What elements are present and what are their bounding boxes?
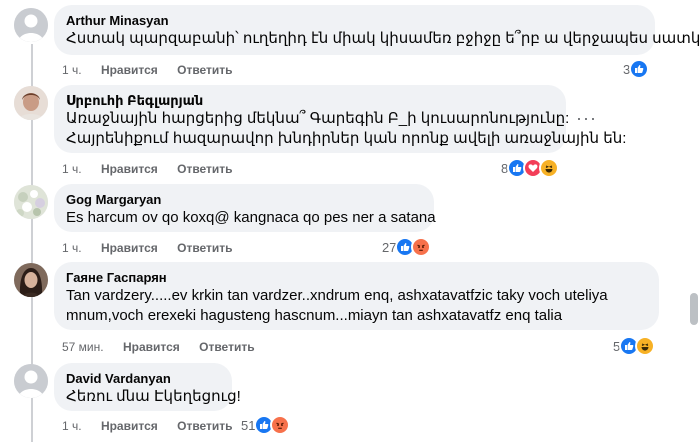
comment-author[interactable]: Гаяне Гаспарян	[66, 270, 647, 286]
avatar[interactable]	[14, 364, 48, 398]
comment-time[interactable]: 1 ч.	[62, 419, 82, 433]
comment-time[interactable]: 1 ч.	[62, 241, 82, 255]
comment-text: Tan vardzery.....ev krkin tan vardzer..x…	[66, 287, 608, 304]
comment-author[interactable]: David Vardanyan	[66, 371, 220, 387]
reply-button[interactable]: Ответить	[199, 340, 254, 354]
comment-actions: 1 ч. Нравится Ответить	[62, 63, 249, 77]
comment-text: Հայրենիքում հազարավոր խնդիրներ կան որոնք…	[66, 130, 627, 147]
reaction-summary[interactable]: 27	[382, 237, 432, 257]
comment-time[interactable]: 57 мин.	[62, 340, 104, 354]
comment-actions: 57 мин. Нравится Ответить	[62, 340, 271, 354]
comment-actions: 1 ч. Нравится Ответить	[62, 162, 249, 176]
like-button[interactable]: Нравится	[101, 63, 158, 77]
comment-author[interactable]: Arthur Minasyan	[66, 13, 643, 29]
reply-button[interactable]: Ответить	[177, 241, 232, 255]
reaction-summary[interactable]: 8	[501, 158, 560, 178]
comment-text: Հստակ պարզաբանի՝ ուղեղիդ էն միակ կիսամեռ…	[66, 30, 700, 47]
avatar[interactable]	[14, 185, 48, 219]
haha-icon	[539, 158, 560, 178]
comment-text: Առաջնային հարցերից մեկնա՞ Գարեգին Բ_ի կո…	[66, 110, 570, 127]
reply-button[interactable]: Ответить	[177, 63, 232, 77]
comment-bubble: Гаяне Гаспарян Tan vardzery.....ev krkin…	[54, 262, 659, 330]
like-button[interactable]: Нравится	[101, 419, 158, 433]
scrollbar[interactable]	[688, 0, 700, 442]
comment-bubble: Սրբուհի Բեգլարյան Առաջնային հարցերից մեկ…	[54, 85, 627, 153]
comment-time[interactable]: 1 ч.	[62, 63, 82, 77]
comment-time[interactable]: 1 ч.	[62, 162, 82, 176]
comment-bubble: Arthur Minasyan Հստակ պարզաբանի՝ ուղեղիդ…	[54, 5, 700, 55]
like-icon	[629, 59, 650, 79]
reply-button[interactable]: Ответить	[177, 419, 232, 433]
avatar[interactable]	[14, 86, 48, 120]
comment-bubble: Gog Margaryan Es harcum ov qo koxq@ kang…	[54, 184, 436, 232]
reaction-count: 51	[241, 417, 256, 433]
reaction-count: 27	[382, 239, 397, 255]
reaction-summary[interactable]: 5	[613, 336, 656, 356]
like-button[interactable]: Нравится	[101, 162, 158, 176]
avatar[interactable]	[14, 263, 48, 297]
comment-author[interactable]: Gog Margaryan	[66, 192, 422, 208]
reply-button[interactable]: Ответить	[177, 162, 232, 176]
angry-icon	[411, 237, 432, 257]
angry-icon	[270, 415, 291, 435]
comment-author[interactable]: Սրբուհի Բեգլարյան	[66, 93, 554, 109]
reaction-summary[interactable]: 3	[623, 59, 650, 79]
like-button[interactable]: Нравится	[123, 340, 180, 354]
comment-actions: 1 ч. Нравится Ответить	[62, 241, 249, 255]
haha-icon	[635, 336, 656, 356]
comment-actions: 1 ч. Нравится Ответить	[62, 419, 249, 433]
more-options-icon[interactable]: ···	[576, 108, 597, 129]
comment-text: Es harcum ov qo koxq@ kangnaca qo pes ne…	[66, 209, 436, 226]
reaction-summary[interactable]: 51	[241, 415, 291, 435]
like-button[interactable]: Нравится	[101, 241, 158, 255]
comment-text: Հեռու մնա Էկեղեցուց!	[66, 388, 241, 405]
scrollbar-thumb[interactable]	[690, 293, 698, 325]
avatar[interactable]	[14, 8, 48, 42]
comment-bubble: David Vardanyan Հեռու մնա Էկեղեցուց!	[54, 363, 241, 411]
comment-text: mnum,voch erexeki hagusteng hascnum...mi…	[66, 307, 563, 324]
